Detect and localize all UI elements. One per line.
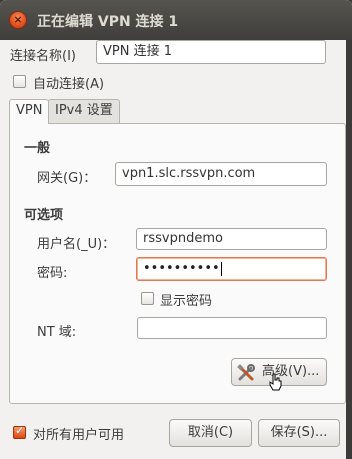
autoconnect-checkbox[interactable] [13, 75, 26, 88]
optional-heading: 可选项 [24, 208, 64, 223]
hand-cursor-icon [269, 373, 283, 391]
autoconnect-label: 自动连接(A) [33, 77, 105, 92]
window-title: 正在编辑 VPN 连接 1 [37, 14, 179, 30]
password-label: 密码: [37, 266, 68, 281]
username-input[interactable]: rssvpndemo [136, 228, 327, 250]
tools-icon [236, 363, 256, 383]
general-heading: 一般 [24, 141, 51, 156]
tab-ipv4-settings[interactable]: IPv4 设置 [48, 99, 120, 123]
advanced-button[interactable]: 高级(V)... [231, 358, 327, 391]
connection-name-label: 连接名称(I) [10, 49, 76, 64]
nt-domain-label: NT 域: [37, 325, 77, 340]
edit-vpn-window: × 正在编辑 VPN 连接 1 连接名称(I) VPN 连接 1 自动连接(A)… [0, 0, 352, 459]
text-cursor [220, 261, 222, 276]
show-password-checkbox[interactable] [141, 292, 154, 305]
show-password-label: 显示密码 [160, 294, 213, 309]
close-icon[interactable]: × [9, 11, 27, 29]
all-users-label: 对所有用户可用 [33, 428, 125, 443]
username-label: 用户名(_U)： [37, 237, 116, 252]
nt-domain-input[interactable] [137, 317, 327, 339]
connection-name-input[interactable]: VPN 连接 1 [96, 40, 326, 64]
password-input[interactable]: •••••••••• [136, 257, 327, 281]
cancel-button[interactable]: 取消(C) [169, 419, 252, 447]
gateway-input[interactable]: vpn1.slc.rssvpn.com [115, 162, 327, 186]
save-button[interactable]: 保存(S)... [258, 419, 340, 447]
gateway-label: 网关(G)： [37, 171, 97, 186]
tab-vpn[interactable]: VPN [9, 99, 50, 124]
password-value: •••••••••• [143, 261, 220, 276]
all-users-checkbox[interactable] [13, 424, 26, 439]
window-edge [346, 40, 352, 459]
title-bar[interactable]: × 正在编辑 VPN 连接 1 [0, 0, 352, 40]
